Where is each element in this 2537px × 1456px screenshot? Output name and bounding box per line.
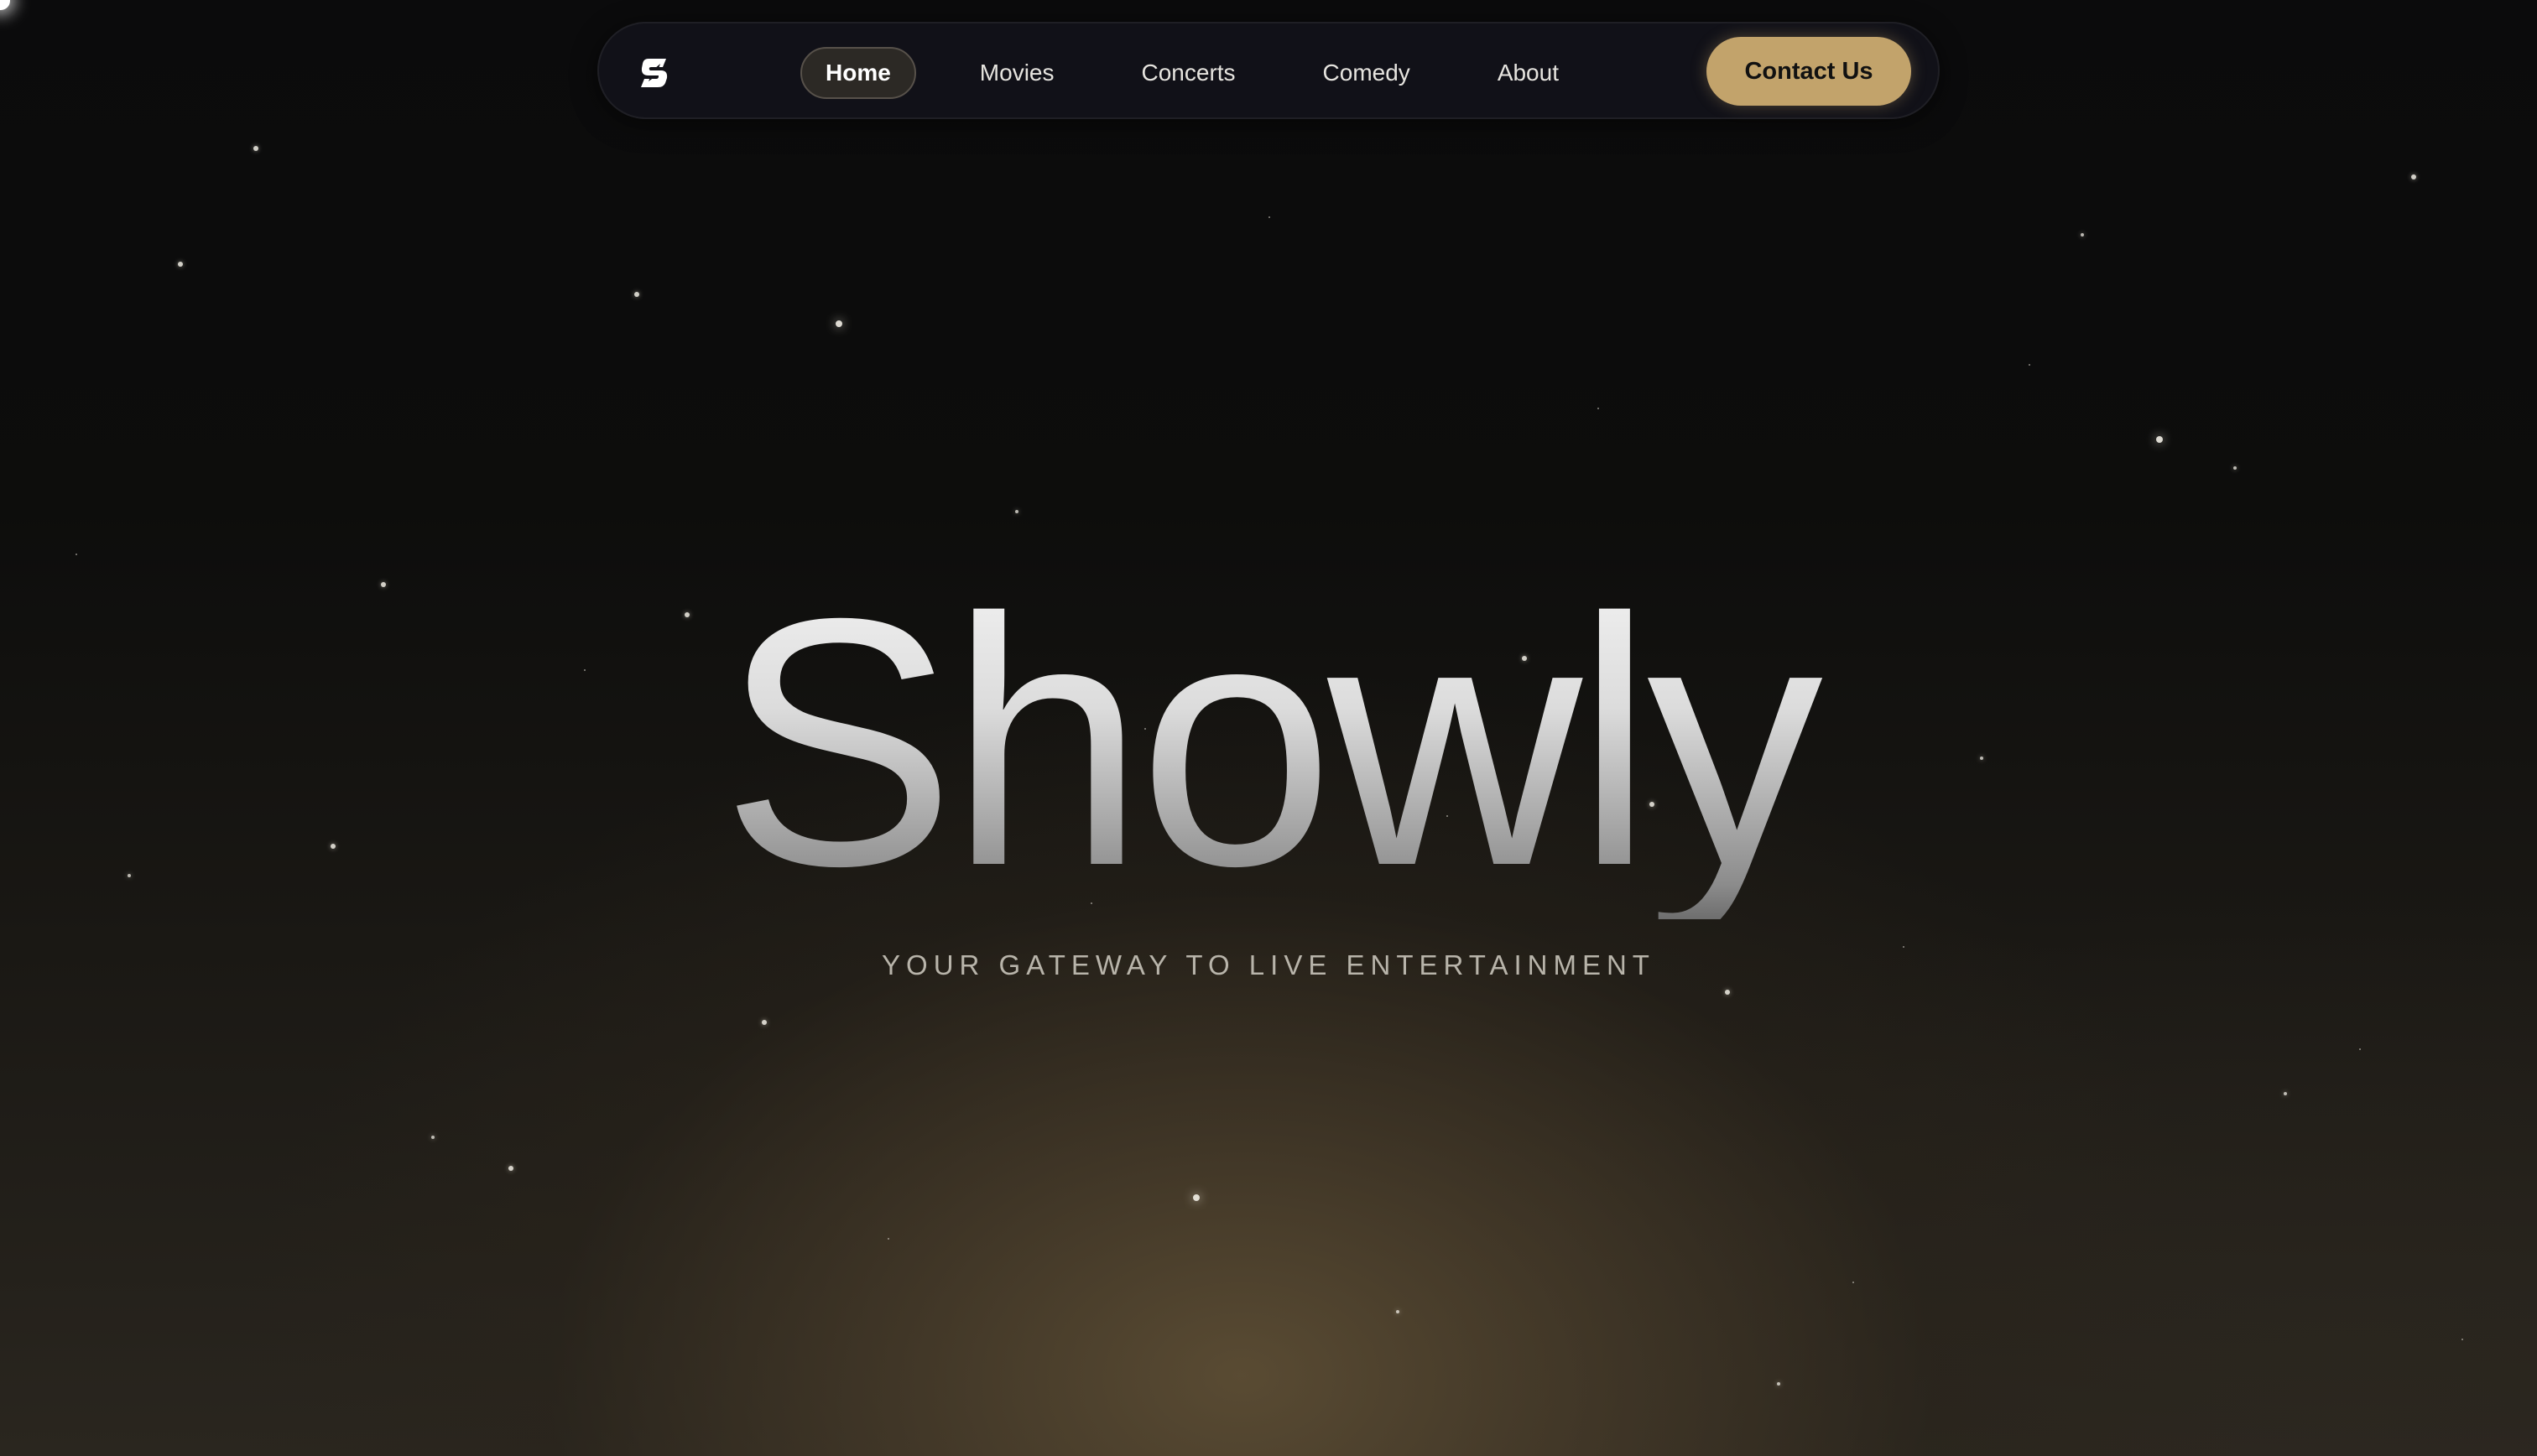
- star: [888, 1238, 889, 1240]
- nav-links: Home Movies Concerts Comedy About: [800, 47, 1623, 99]
- star: [508, 1166, 513, 1171]
- star: [1193, 1194, 1200, 1201]
- star: [1015, 510, 1018, 513]
- star: [2156, 436, 2163, 443]
- star: [178, 262, 183, 267]
- star: [762, 1020, 767, 1025]
- star: [1396, 1310, 1399, 1313]
- star: [1903, 946, 1904, 948]
- nav-item-concerts[interactable]: Concerts: [1118, 47, 1259, 99]
- star: [1852, 1282, 1854, 1283]
- star: [634, 292, 639, 297]
- star: [1725, 990, 1730, 995]
- star: [836, 320, 842, 327]
- star: [1268, 216, 1270, 218]
- showly-s-logo-icon[interactable]: [638, 55, 671, 89]
- corner-star: [0, 0, 10, 10]
- star: [431, 1136, 435, 1139]
- hero-title: Showly: [0, 567, 2537, 919]
- nav-item-movies[interactable]: Movies: [956, 47, 1078, 99]
- star: [1777, 1382, 1780, 1386]
- star: [2081, 233, 2084, 237]
- nav-item-comedy[interactable]: Comedy: [1300, 47, 1434, 99]
- star: [2359, 1048, 2361, 1050]
- hero-background: Home Movies Concerts Comedy About Contac…: [0, 0, 2537, 1456]
- star: [1597, 408, 1599, 409]
- contact-us-button[interactable]: Contact Us: [1706, 37, 1911, 106]
- star: [2461, 1339, 2463, 1340]
- star: [2284, 1092, 2287, 1095]
- star: [2233, 466, 2237, 470]
- star: [253, 146, 258, 151]
- star: [2029, 364, 2030, 366]
- star: [2411, 174, 2416, 179]
- top-navigation-bar: Home Movies Concerts Comedy About Contac…: [597, 22, 1940, 119]
- nav-item-home[interactable]: Home: [800, 47, 916, 99]
- hero-subtitle: YOUR GATEWAY TO LIVE ENTERTAINMENT: [882, 949, 1655, 980]
- star: [76, 554, 77, 555]
- nav-item-about[interactable]: About: [1474, 47, 1582, 99]
